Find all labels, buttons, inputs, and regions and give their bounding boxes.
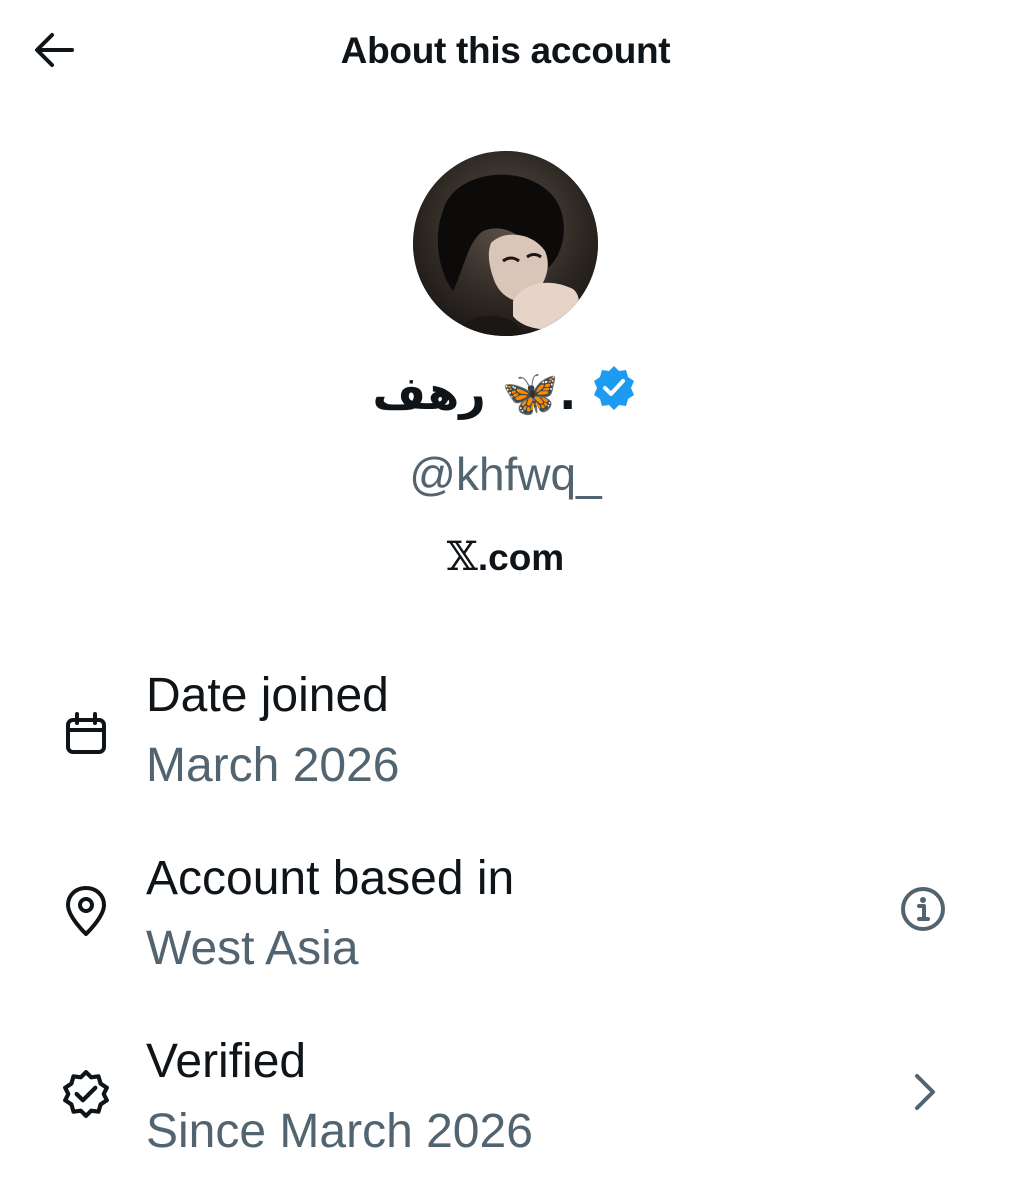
username-handle: @khfwq_: [409, 448, 602, 500]
avatar[interactable]: [413, 151, 598, 336]
info-button[interactable]: [895, 883, 951, 939]
x-logo-icon: 𝕏: [446, 534, 478, 580]
verified-value: Since March 2026: [146, 1105, 533, 1158]
chevron-right-icon: [903, 1068, 943, 1121]
verified-row[interactable]: Verified Since March 2026: [0, 1026, 1011, 1176]
platform-label: 𝕏.com: [0, 534, 1011, 580]
date-joined-row: Date joined March 2026: [0, 660, 1011, 810]
verified-badge-icon[interactable]: [590, 364, 638, 423]
account-location-value: West Asia: [146, 922, 359, 975]
display-name: .🦋 رهف: [372, 366, 577, 420]
date-joined-value: March 2026: [146, 739, 400, 792]
date-joined-label: Date joined: [146, 669, 389, 722]
account-location-row: Account based in West Asia: [0, 843, 1011, 993]
display-name-row: .🦋 رهف: [0, 364, 1011, 423]
info-icon: [899, 885, 947, 938]
verified-outline-icon: [58, 1066, 114, 1122]
top-bar: About this account: [0, 0, 1011, 104]
calendar-icon: [58, 706, 114, 762]
platform-domain: .com: [477, 537, 565, 578]
page-title: About this account: [340, 30, 671, 71]
location-pin-icon: [58, 883, 114, 939]
verified-chevron[interactable]: [895, 1066, 951, 1122]
verified-label: Verified: [146, 1035, 307, 1088]
account-location-label: Account based in: [146, 852, 515, 905]
